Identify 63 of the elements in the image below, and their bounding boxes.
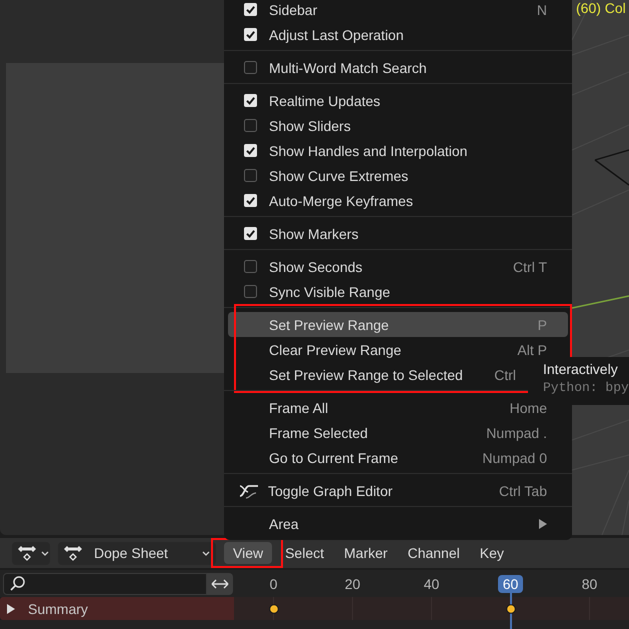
- submenu-arrow-icon: [539, 518, 547, 528]
- shortcut-label: Ctrl: [494, 366, 516, 382]
- chevron-icon: [41, 550, 49, 556]
- checkbox[interactable]: [244, 169, 257, 182]
- viewport-info-label: (60) Col: [576, 0, 626, 16]
- menu-button[interactable]: View: [224, 542, 272, 564]
- menu-button[interactable]: Select: [276, 542, 334, 564]
- chevron-icon: [202, 550, 210, 556]
- menu-button[interactable]: Key: [470, 542, 513, 564]
- menu-item[interactable]: Adjust Last Operation: [228, 22, 568, 47]
- channel-row[interactable]: Summary: [0, 597, 234, 620]
- shortcut-label: Ctrl T: [513, 258, 547, 274]
- search-field[interactable]: [3, 572, 208, 594]
- frame-number: 20: [344, 574, 362, 592]
- menu-item[interactable]: Frame All Home: [228, 395, 568, 420]
- menu-item[interactable]: Area: [228, 511, 568, 536]
- menu-item[interactable]: Go to Current Frame Numpad 0: [228, 445, 568, 470]
- dope-sheet-icon: [16, 545, 38, 561]
- menu-item[interactable]: Set Preview Range P: [228, 312, 568, 337]
- checkbox[interactable]: [244, 61, 257, 74]
- shortcut-label: Alt P: [517, 342, 547, 358]
- frame-number: 40: [422, 574, 440, 592]
- frame-number: 0: [268, 574, 278, 592]
- editor-type-button[interactable]: [12, 542, 50, 564]
- shortcut-label: P: [538, 316, 547, 332]
- menu-item[interactable]: Multi-Word Match Search: [228, 55, 568, 80]
- double-arrow-icon: [211, 578, 230, 588]
- menu-item[interactable]: Frame Selected Numpad .: [228, 420, 568, 445]
- menu-item[interactable]: Auto-Merge Keyframes: [228, 188, 568, 213]
- menu-item[interactable]: Show Curve Extremes: [228, 163, 568, 188]
- checkbox[interactable]: [244, 194, 257, 207]
- shortcut-label: Ctrl Tab: [499, 482, 547, 498]
- search-icon: [10, 576, 25, 591]
- shortcut-label: N: [536, 2, 547, 18]
- menu-button[interactable]: Marker: [335, 542, 397, 564]
- menu-item[interactable]: Sidebar N: [228, 0, 568, 22]
- shortcut-label: Numpad .: [486, 424, 547, 440]
- dope-sheet-icon: [62, 545, 84, 561]
- mode-dropdown[interactable]: Dope Sheet: [58, 542, 216, 564]
- menu-item[interactable]: Show Markers: [228, 221, 568, 246]
- shortcut-label: Home: [510, 400, 547, 416]
- python-path: Python: bpy: [543, 380, 629, 395]
- shortcut-label: Numpad 0: [482, 450, 547, 466]
- checkbox[interactable]: [244, 119, 257, 132]
- swap-button[interactable]: [207, 572, 233, 594]
- menu-item[interactable]: Show Seconds Ctrl T: [228, 254, 568, 279]
- checkbox[interactable]: [244, 28, 257, 41]
- checkbox[interactable]: [244, 227, 257, 240]
- current-frame-badge: 60: [498, 574, 524, 592]
- menu-item[interactable]: Toggle Graph Editor Ctrl Tab: [228, 478, 568, 503]
- checkbox[interactable]: [244, 94, 257, 107]
- tooltip-title: Interactively: [543, 361, 619, 377]
- checkbox[interactable]: [244, 285, 257, 298]
- menu-item[interactable]: Sync Visible Range: [228, 279, 568, 304]
- menu-item[interactable]: Clear Preview Range Alt P: [228, 337, 568, 362]
- menu-item[interactable]: Show Sliders: [228, 113, 568, 138]
- menu-item[interactable]: Show Handles and Interpolation: [228, 138, 568, 163]
- frame-number: 80: [580, 574, 598, 592]
- checkbox[interactable]: [244, 144, 257, 157]
- menu-button[interactable]: Channel: [398, 542, 469, 564]
- checkbox[interactable]: [244, 3, 257, 16]
- checkbox[interactable]: [244, 260, 257, 273]
- menu-item[interactable]: Realtime Updates: [228, 88, 568, 113]
